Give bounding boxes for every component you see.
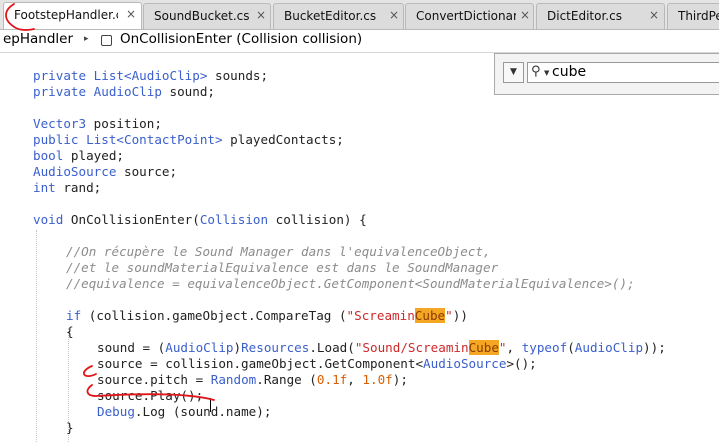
annotation-stroke: [86, 384, 215, 401]
annotation-stroke: [83, 365, 97, 378]
annotation-stroke: [5, 3, 35, 31]
annotation-overlay: [5, 3, 215, 401]
